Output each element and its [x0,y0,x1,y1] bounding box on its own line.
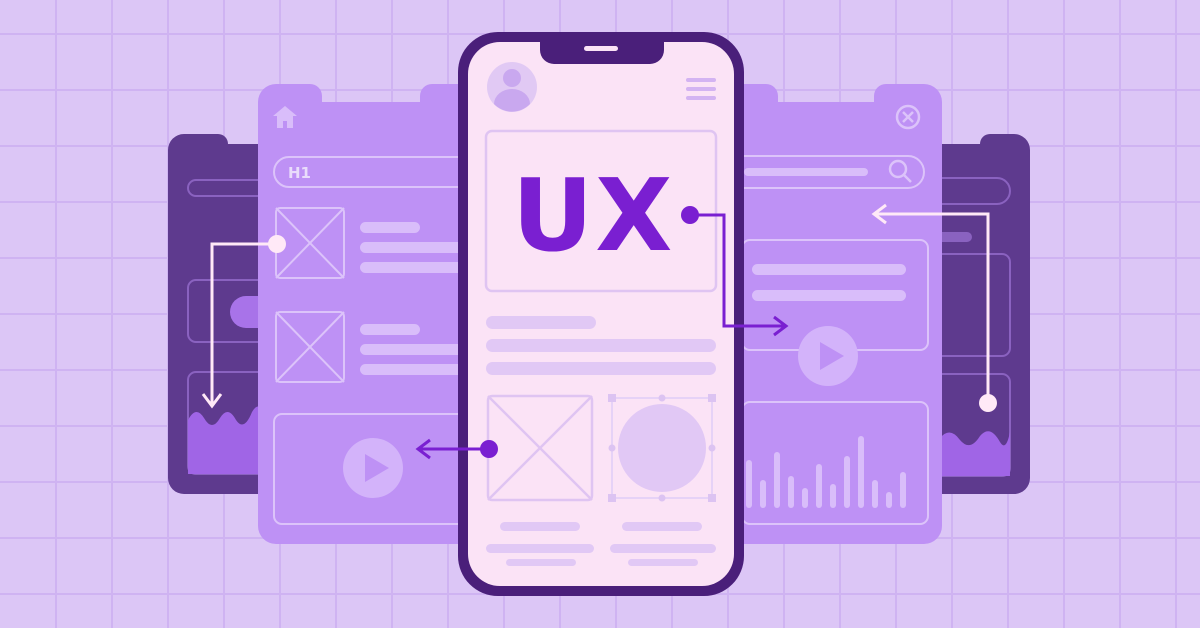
bar-mark [760,480,766,508]
bar-mark [900,472,906,508]
bar-mark [830,484,836,508]
play-icon[interactable] [343,438,403,498]
user-avatar-icon[interactable] [487,62,537,112]
right-mid-panel [727,84,942,544]
bar-mark [844,456,850,508]
hamburger-menu-icon[interactable] [686,78,716,100]
bar-mark [872,480,878,508]
bar-mark [858,436,864,508]
play-icon[interactable] [798,326,858,386]
bar-mark [746,460,752,508]
heading-tag-label: H1 [288,164,311,182]
hero-title: UX [512,157,674,274]
bar-mark [802,488,808,508]
bar-mark [788,476,794,508]
ux-illustration: H1 UX [0,0,1200,628]
bar-mark [886,492,892,508]
bar-mark [816,464,822,508]
bar-mark [774,452,780,508]
phone-mockup: UX [458,32,744,596]
phone-notch [540,42,664,64]
